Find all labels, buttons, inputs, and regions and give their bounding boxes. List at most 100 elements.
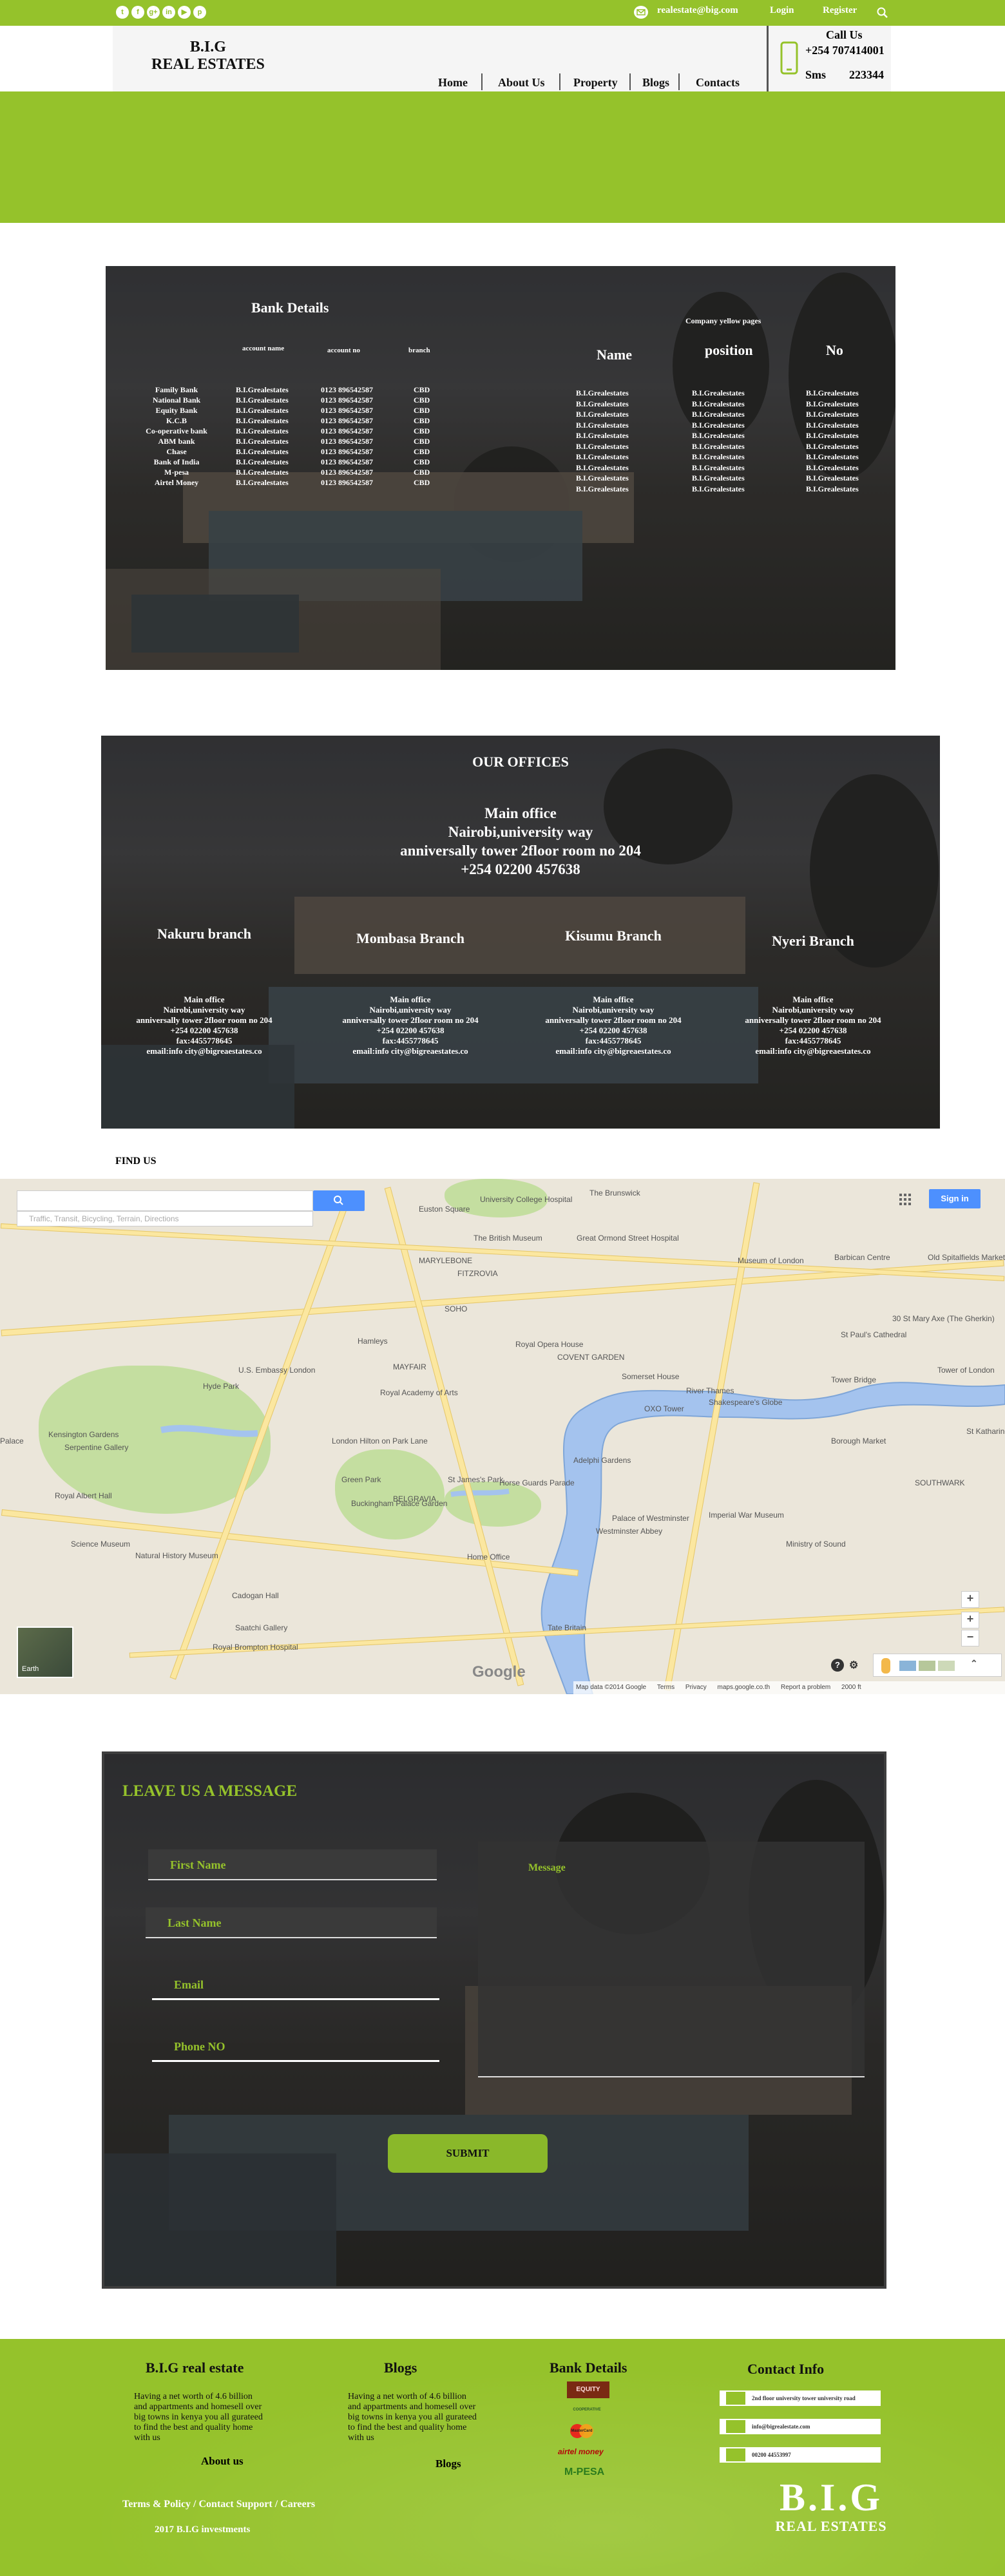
map-place-label[interactable]: Tower Bridge [831, 1375, 876, 1384]
map-place-label[interactable]: Saatchi Gallery [235, 1623, 287, 1632]
map-place-label[interactable]: Ministry of Sound [786, 1540, 846, 1549]
map-place-label[interactable]: St James's Park [448, 1475, 503, 1484]
apps-grid-icon[interactable] [899, 1193, 912, 1209]
nav-property[interactable]: Property [573, 76, 618, 90]
nav-about-us[interactable]: About Us [498, 76, 545, 90]
map-place-label[interactable]: Palace of Westminster [612, 1514, 689, 1523]
earth-view-button[interactable]: Earth [17, 1627, 73, 1678]
map-place-label[interactable]: Imperial War Museum [709, 1511, 784, 1520]
map-place-label[interactable]: London Hilton on Park Lane [332, 1436, 428, 1445]
map-place-label[interactable]: Shakespeare's Globe [709, 1398, 782, 1407]
map-domain-link[interactable]: maps.google.co.th [718, 1684, 770, 1691]
map-place-label[interactable]: 30 St Mary Axe (The Gherkin) [892, 1314, 995, 1323]
map-sign-in-button[interactable]: Sign in [929, 1189, 981, 1208]
contact-email[interactable]: info@bigrealestate.com [720, 2419, 881, 2434]
linkedin-icon[interactable]: in [162, 6, 175, 19]
map-place-label[interactable]: Royal Albert Hall [55, 1491, 112, 1500]
map-place-label[interactable]: St Katharine [966, 1427, 1005, 1436]
map-place-label[interactable]: Green Park [341, 1475, 381, 1484]
contact-phone[interactable]: 00200 44553997 [720, 2447, 881, 2463]
map-place-label[interactable]: Borough Market [831, 1436, 886, 1445]
chevron-up-icon[interactable]: ⌃ [970, 1658, 978, 1669]
map-place-label[interactable]: Euston Square [419, 1205, 470, 1214]
pegman-icon[interactable] [881, 1658, 890, 1674]
footer-blogs-link[interactable]: Blogs [436, 2457, 461, 2470]
register-link[interactable]: Register [823, 5, 857, 16]
search-icon[interactable] [876, 6, 889, 23]
map-place-label[interactable]: Tate Britain [548, 1623, 586, 1632]
map-privacy-link[interactable]: Privacy [685, 1684, 707, 1691]
map-place-label[interactable]: Horse Guards Parade [499, 1478, 575, 1487]
last-name-input[interactable]: Last Name [146, 1907, 437, 1938]
map-search-button[interactable] [313, 1190, 365, 1211]
map-place-label[interactable]: Natural History Museum [135, 1551, 218, 1560]
map-place-label[interactable]: Science Museum [71, 1540, 130, 1549]
zoom-in-button[interactable]: + [961, 1591, 979, 1608]
map-place-label[interactable]: Great Ormond Street Hospital [577, 1234, 679, 1243]
gear-icon[interactable]: ⚙ [849, 1659, 862, 1672]
google-plus-icon[interactable]: g+ [147, 6, 160, 19]
map-place-label[interactable]: BELGRAVIA [393, 1494, 436, 1503]
map-embed[interactable]: University College Hospital The Brunswick… [0, 1179, 1005, 1694]
map-place-label[interactable]: Museum of London [738, 1256, 804, 1265]
imagery-thumb-1[interactable] [899, 1661, 916, 1671]
first-name-input[interactable]: First Name [148, 1849, 437, 1880]
twitter-icon[interactable]: t [116, 6, 129, 19]
map-place-label[interactable]: Royal Academy of Arts [380, 1388, 458, 1397]
nav-blogs[interactable]: Blogs [642, 76, 669, 90]
map-place-label[interactable]: FITZROVIA [457, 1269, 498, 1278]
map-place-label[interactable]: Palace [0, 1436, 24, 1445]
pinterest-icon[interactable]: p [193, 6, 206, 19]
map-place-label[interactable]: St Paul's Cathedral [841, 1330, 906, 1339]
map-place-label[interactable]: Somerset House [622, 1372, 679, 1381]
nav-home[interactable]: Home [438, 76, 468, 90]
map-place-label[interactable]: Westminster Abbey [596, 1527, 662, 1536]
map-place-label[interactable]: OXO Tower [644, 1404, 684, 1413]
map-place-label[interactable]: River Thames [686, 1386, 734, 1395]
map-bottom-controls[interactable]: ⌃ [873, 1654, 1002, 1677]
imagery-thumb-3[interactable] [938, 1661, 955, 1671]
footer-logo[interactable]: B.I.G REAL ESTATES [754, 2477, 908, 2535]
nav-contacts[interactable]: Contacts [696, 76, 740, 90]
phone-number[interactable]: +254 707414001 [805, 44, 885, 57]
youtube-icon[interactable]: ▶ [178, 6, 191, 19]
map-place-label[interactable]: MARYLEBONE [419, 1256, 472, 1265]
footer-about-link[interactable]: About us [201, 2455, 244, 2468]
login-link[interactable]: Login [770, 5, 794, 16]
map-report-link[interactable]: Report a problem [781, 1684, 830, 1691]
map-place-label[interactable]: Barbican Centre [834, 1253, 890, 1262]
map-place-label[interactable]: SOHO [445, 1304, 467, 1313]
email-link[interactable]: realestate@big.com [657, 5, 738, 16]
zoom-out-button[interactable]: − [961, 1630, 979, 1646]
map-place-label[interactable]: COVENT GARDEN [557, 1353, 624, 1362]
map-place-label[interactable]: Kensington Gardens [48, 1430, 119, 1439]
map-place-label[interactable]: Hamleys [358, 1337, 388, 1346]
map-place-label[interactable]: SOUTHWARK [915, 1478, 965, 1487]
phone-input[interactable]: Phone NO [152, 2031, 439, 2062]
facebook-icon[interactable]: f [131, 6, 144, 19]
map-place-label[interactable]: Hyde Park [203, 1382, 239, 1391]
imagery-thumb-2[interactable] [919, 1661, 935, 1671]
email-input[interactable]: Email [152, 1969, 439, 2000]
map-place-label[interactable]: Royal Brompton Hospital [213, 1643, 298, 1652]
map-place-label[interactable]: Tower of London [937, 1366, 995, 1375]
map-search-input[interactable] [17, 1190, 313, 1211]
help-icon[interactable]: ? [831, 1659, 844, 1672]
map-place-label[interactable]: University College Hospital [480, 1195, 572, 1204]
map-place-label[interactable]: The Brunswick [589, 1188, 640, 1197]
sms-number[interactable]: 223344 [849, 68, 884, 82]
zoom-in-button-2[interactable]: + [961, 1612, 979, 1628]
map-place-label[interactable]: Cadogan Hall [232, 1591, 279, 1600]
submit-button[interactable]: SUBMIT [388, 2134, 548, 2173]
map-place-label[interactable]: Royal Opera House [515, 1340, 583, 1349]
map-layers-hint[interactable]: Traffic, Transit, Bicycling, Terrain, Di… [17, 1211, 313, 1226]
map-place-label[interactable]: Old Spitalfields Market [928, 1253, 1005, 1262]
map-place-label[interactable]: MAYFAIR [393, 1362, 426, 1371]
map-place-label[interactable]: Serpentine Gallery [64, 1443, 128, 1452]
footer-terms-links[interactable]: Terms & Policy / Contact Support / Caree… [122, 2499, 315, 2510]
map-place-label[interactable]: Adelphi Gardens [573, 1456, 631, 1465]
map-place-label[interactable]: U.S. Embassy London [238, 1366, 315, 1375]
map-terms-link[interactable]: Terms [657, 1684, 675, 1691]
message-textarea[interactable]: Message [478, 1842, 865, 2077]
map-place-label[interactable]: The British Museum [474, 1234, 542, 1243]
